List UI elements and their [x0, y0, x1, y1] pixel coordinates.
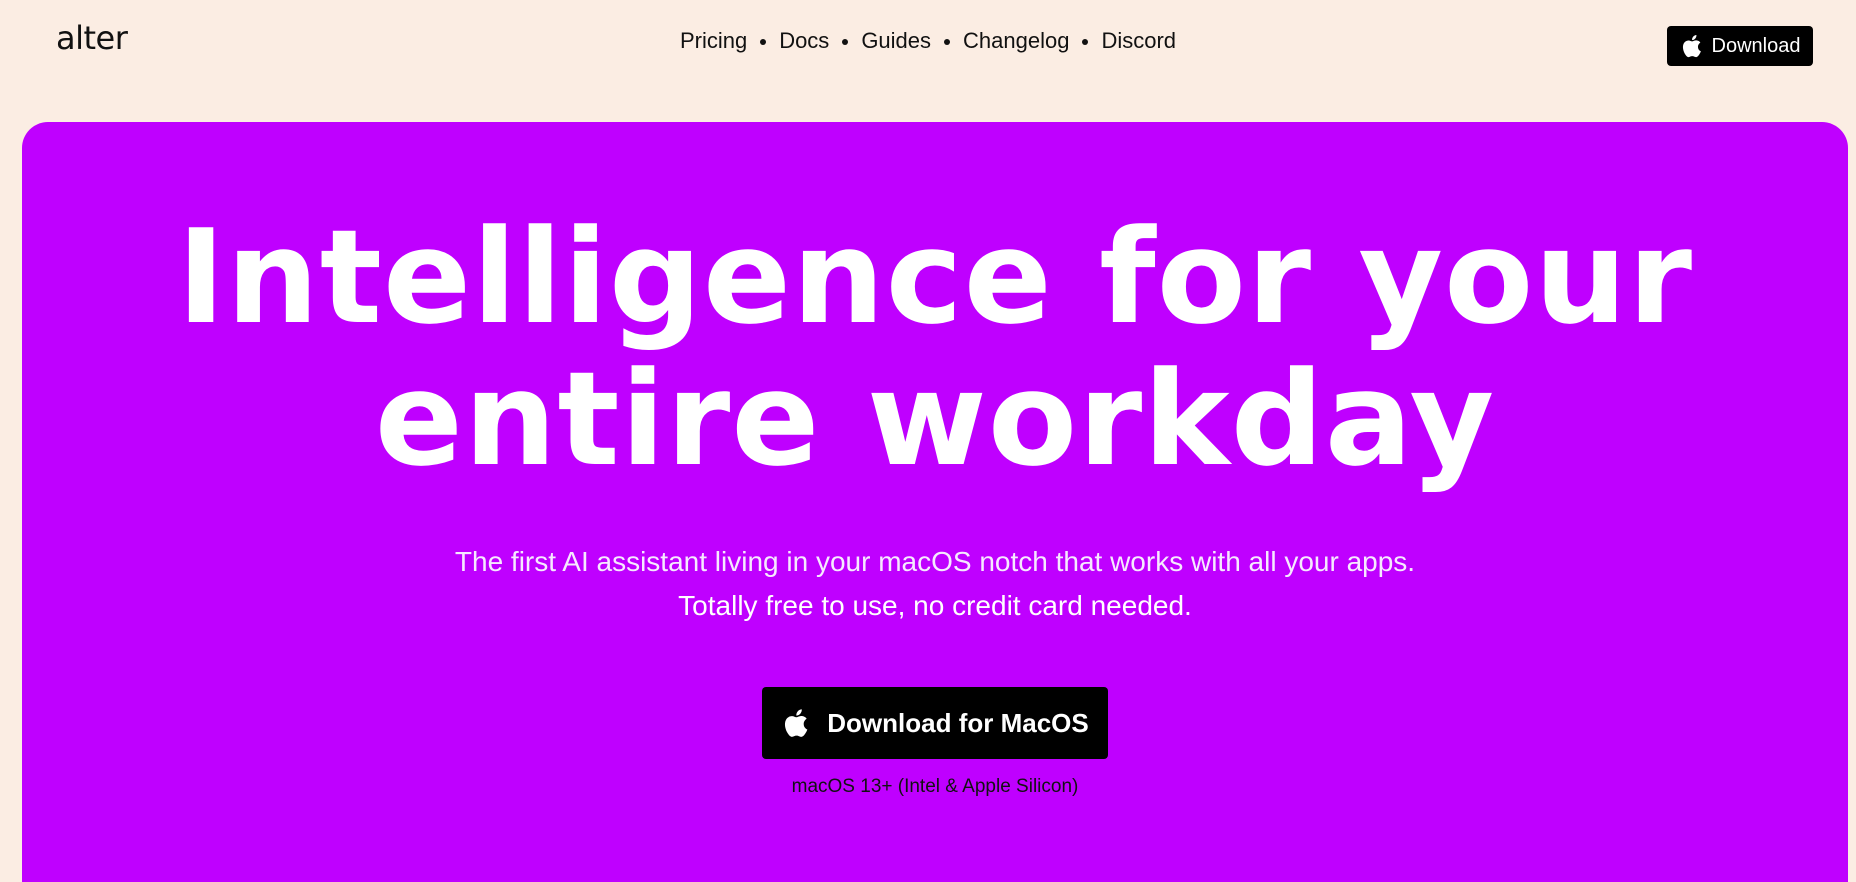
nav-changelog-link[interactable]: Changelog: [963, 30, 1069, 52]
nav-separator-dot: [1082, 39, 1089, 45]
hero-headline-line-1: Intelligence for your: [176, 201, 1694, 353]
hero-headline: Intelligence for your entire workday: [22, 206, 1848, 490]
main-nav: Pricing Docs Guides Changelog Discord: [0, 30, 1856, 52]
header-download-label: Download: [1711, 34, 1801, 57]
nav-separator-dot: [760, 39, 767, 45]
header-download-button[interactable]: Download: [1667, 26, 1813, 66]
hero-subtitle: The first AI assistant living in your ma…: [22, 540, 1848, 628]
nav-separator-dot: [944, 39, 951, 45]
download-for-macos-button[interactable]: Download for MacOS: [762, 687, 1108, 759]
hero-free-note: Totally free to use, no credit card need…: [678, 590, 1192, 621]
system-requirements: macOS 13+ (Intel & Apple Silicon): [791, 776, 1079, 797]
nav-guides-link[interactable]: Guides: [861, 30, 931, 52]
hero-subtitle-text: The first AI assistant living in your ma…: [454, 546, 1416, 577]
nav-discord-link[interactable]: Discord: [1101, 30, 1176, 52]
apple-icon: [785, 709, 808, 737]
top-navigation-bar: alter Pricing Docs Guides Changelog Disc…: [0, 0, 1856, 94]
hero-section: Intelligence for your entire workday The…: [22, 122, 1848, 882]
download-for-macos-label: Download for MacOS: [827, 707, 1089, 738]
hero-headline-line-2: entire workday: [374, 343, 1496, 495]
nav-pricing-link[interactable]: Pricing: [680, 30, 747, 52]
apple-icon: [1682, 35, 1701, 58]
nav-docs-link[interactable]: Docs: [779, 30, 829, 52]
nav-separator-dot: [842, 39, 849, 45]
